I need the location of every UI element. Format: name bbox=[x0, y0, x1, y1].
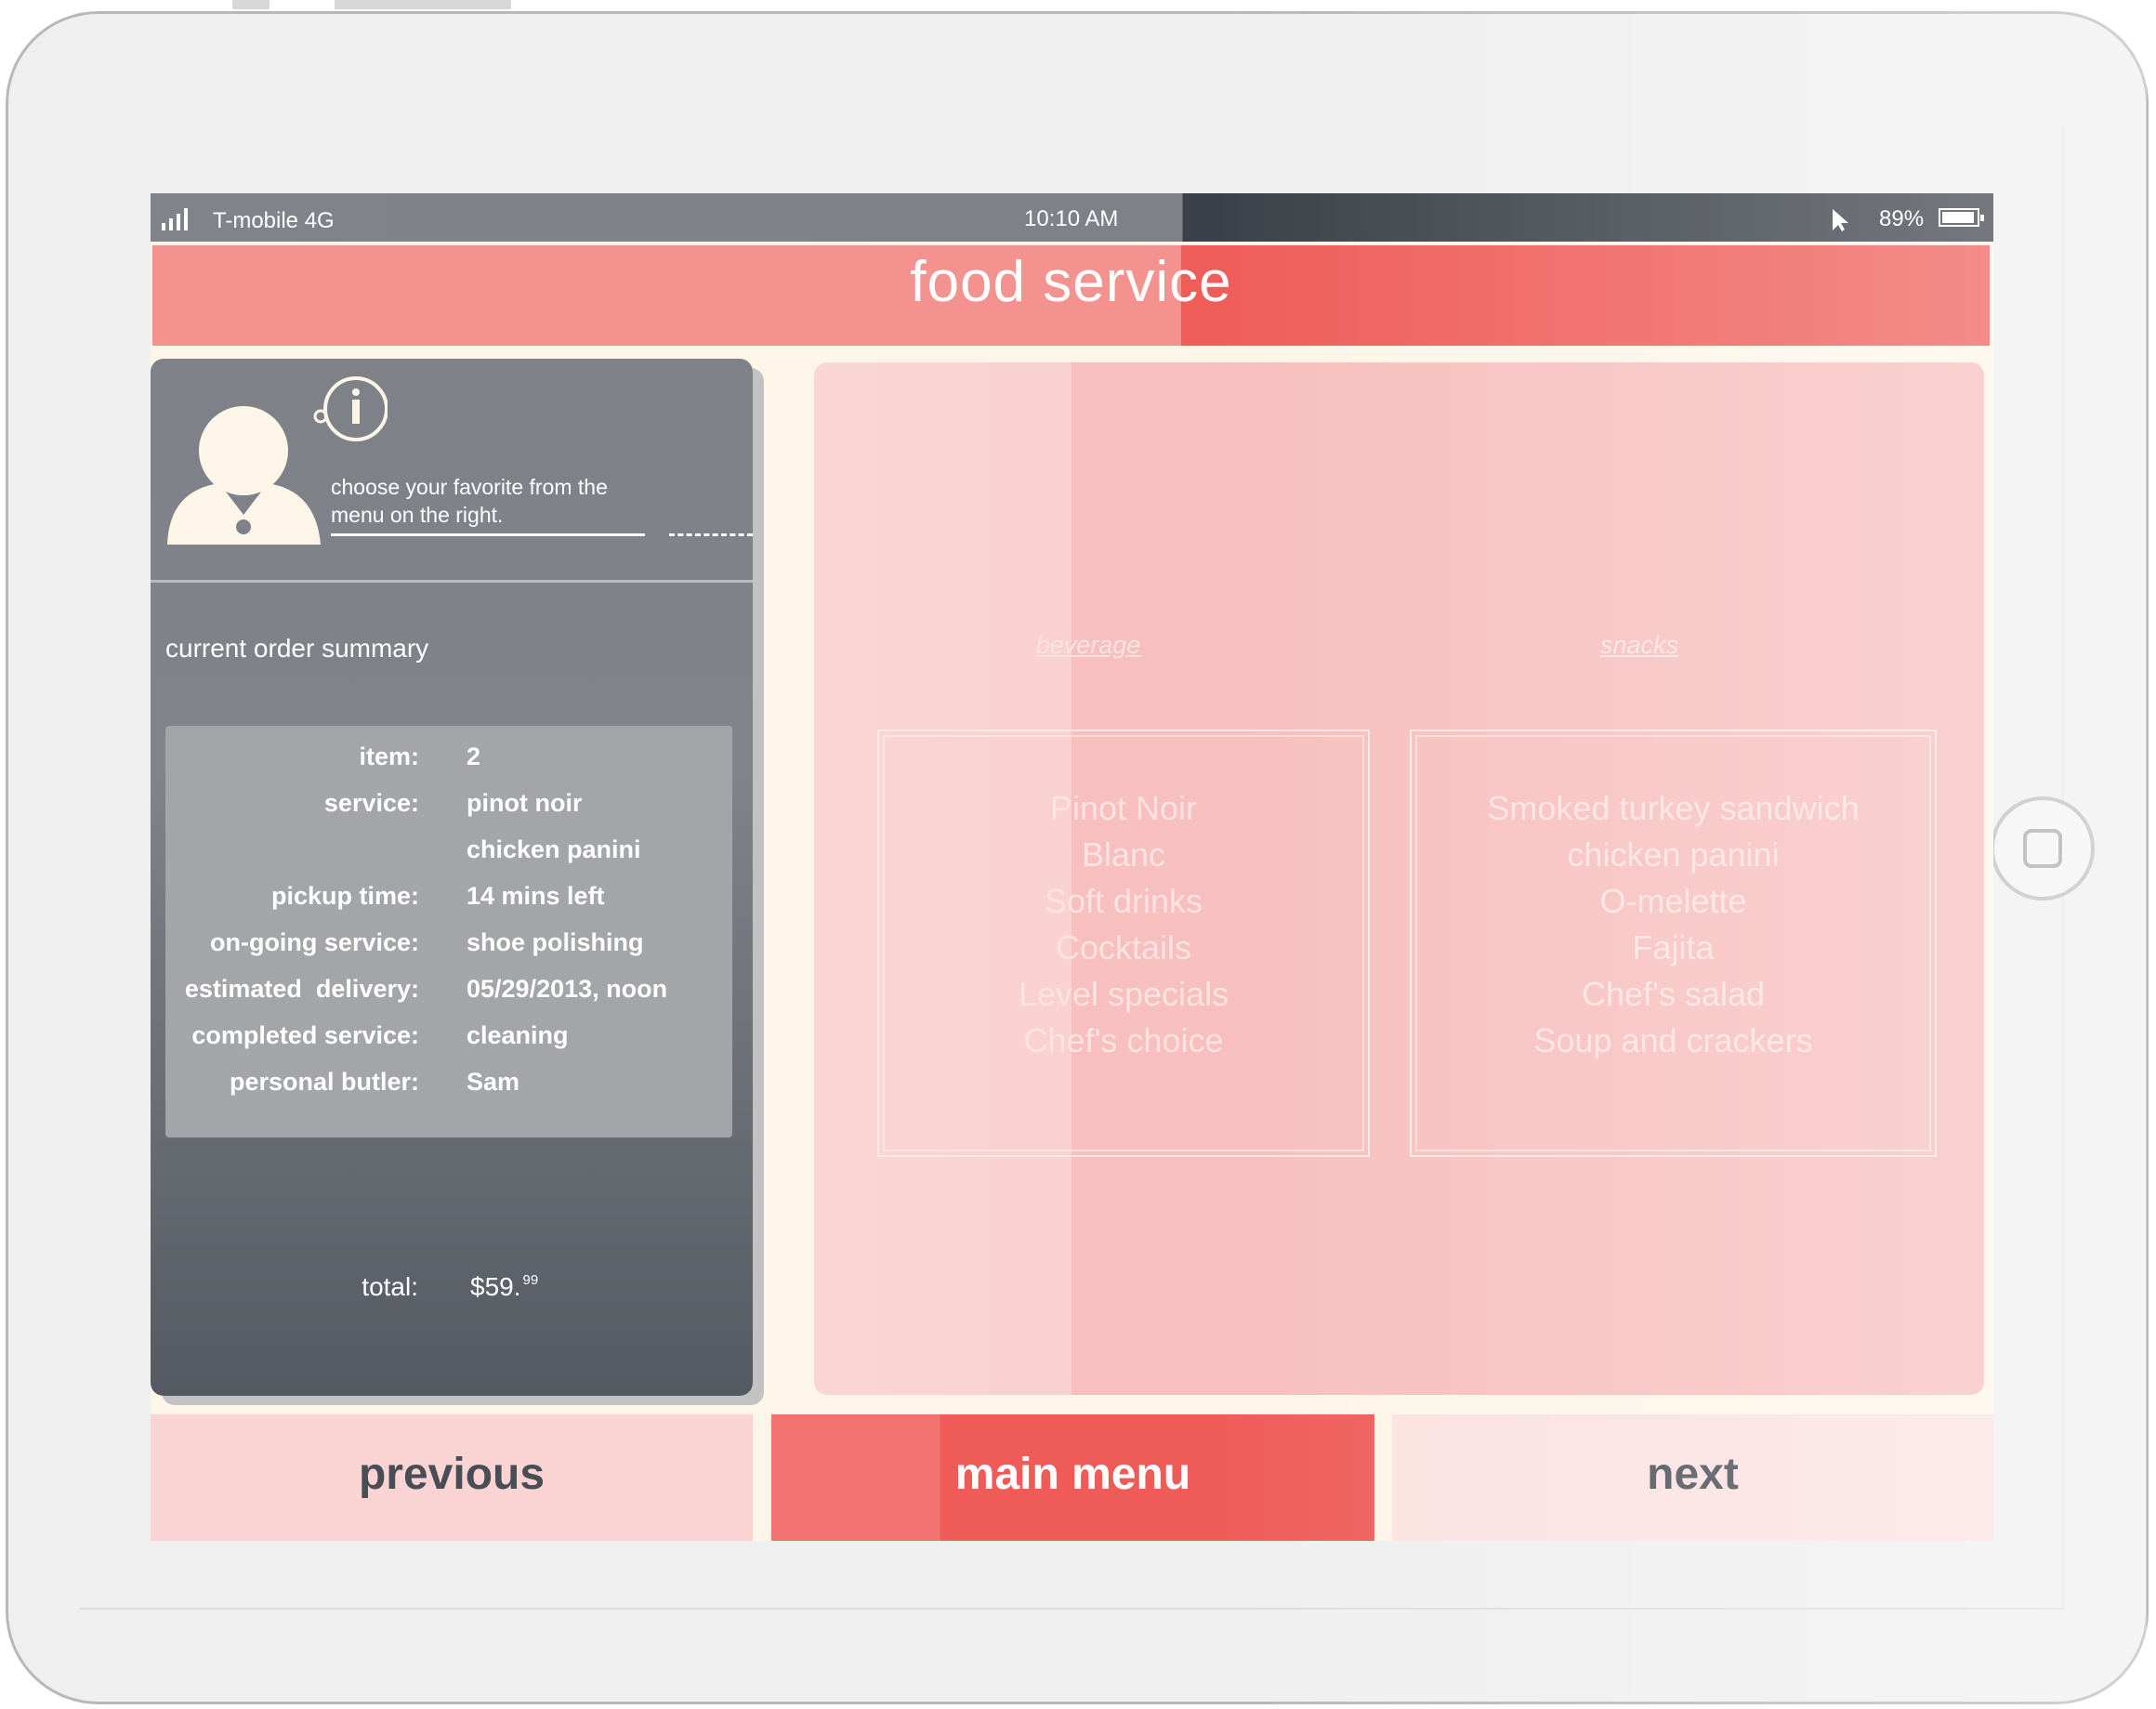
beverage-menu-box: Pinot Noir Blanc Soft drinks Cocktails L… bbox=[877, 730, 1370, 1157]
page-header: food service bbox=[152, 245, 1990, 346]
snacks-menu-box: Smoked turkey sandwich chicken panini O-… bbox=[1410, 730, 1937, 1157]
avatar-icon bbox=[167, 406, 321, 545]
signal-icon bbox=[162, 208, 199, 230]
order-key: completed service: bbox=[191, 1021, 419, 1049]
menu-item[interactable]: Level specials bbox=[879, 971, 1368, 1018]
order-row: item: 2 bbox=[165, 743, 732, 780]
next-button[interactable]: next bbox=[1392, 1414, 1993, 1541]
panel-divider bbox=[151, 580, 753, 583]
menu-panel: beverage snacks Pinot Noir Blanc Soft dr… bbox=[814, 362, 1984, 1395]
status-bar: T-mobile 4G 10:10 AM 89% bbox=[151, 193, 1993, 242]
summary-heading: current order summary bbox=[165, 634, 429, 663]
assistant-prompt: choose your favorite from the menu on th… bbox=[331, 475, 608, 527]
cursor-icon bbox=[1833, 209, 1848, 231]
order-panel: choose your favorite from the menu on th… bbox=[151, 359, 753, 1396]
info-icon[interactable] bbox=[313, 368, 388, 442]
order-value: 05/29/2013, noon bbox=[467, 975, 668, 1003]
total-label: total: bbox=[362, 1272, 418, 1301]
beverage-list: Pinot Noir Blanc Soft drinks Cocktails L… bbox=[879, 785, 1368, 1064]
clock: 10:10 AM bbox=[1024, 206, 1119, 231]
order-key: service: bbox=[323, 789, 419, 817]
order-value: shoe polishing bbox=[467, 928, 644, 956]
order-row: completed service: cleaning bbox=[165, 1021, 732, 1058]
home-button[interactable] bbox=[1991, 796, 2095, 901]
prompt-underline bbox=[331, 533, 645, 536]
order-value: 2 bbox=[467, 743, 481, 770]
main-menu-button[interactable]: main menu bbox=[771, 1414, 1374, 1541]
order-summary-box: item: 2 service: pinot noir chicken pani… bbox=[165, 726, 732, 1137]
bezel-edge bbox=[79, 1608, 2063, 1610]
menu-item[interactable]: O-melette bbox=[1412, 878, 1935, 925]
order-key: item: bbox=[359, 743, 419, 770]
menu-item[interactable]: Blanc bbox=[879, 832, 1368, 878]
order-row: on-going service: shoe polishing bbox=[165, 928, 732, 966]
order-row: estimated delivery: 05/29/2013, noon bbox=[165, 975, 732, 1012]
beverage-category-link[interactable]: beverage bbox=[995, 631, 1181, 660]
menu-item[interactable]: chicken panini bbox=[1412, 832, 1935, 878]
menu-item[interactable]: Pinot Noir bbox=[879, 785, 1368, 832]
order-value: 14 mins left bbox=[467, 882, 605, 910]
prompt-dash bbox=[669, 533, 753, 536]
page-title: food service bbox=[910, 250, 1232, 314]
battery-icon bbox=[1939, 208, 1984, 227]
order-value: cleaning bbox=[467, 1021, 569, 1049]
order-key: on-going service: bbox=[209, 928, 419, 956]
tablet-power-button bbox=[335, 0, 511, 9]
menu-item[interactable]: Chef's salad bbox=[1412, 971, 1935, 1018]
order-row: pickup time: 14 mins left bbox=[165, 882, 732, 919]
menu-item[interactable]: Cocktails bbox=[879, 925, 1368, 971]
order-key: pickup time: bbox=[270, 882, 419, 910]
order-value: pinot noir bbox=[467, 789, 583, 817]
snacks-category-link[interactable]: snacks bbox=[1546, 631, 1732, 660]
previous-button[interactable]: previous bbox=[151, 1414, 753, 1541]
order-key: personal butler: bbox=[229, 1068, 419, 1096]
home-square-icon bbox=[2023, 829, 2062, 868]
order-value: chicken panini bbox=[467, 835, 641, 863]
menu-item[interactable]: Smoked turkey sandwich bbox=[1412, 785, 1935, 832]
total-cents: 99 bbox=[522, 1272, 539, 1288]
menu-item[interactable]: Soup and crackers bbox=[1412, 1018, 1935, 1064]
menu-item[interactable]: Chef's choice bbox=[879, 1018, 1368, 1064]
menu-item[interactable]: Fajita bbox=[1412, 925, 1935, 971]
battery-percent: 89% bbox=[1879, 206, 1925, 231]
order-row: service: pinot noir bbox=[165, 789, 732, 826]
carrier-label: T-mobile 4G bbox=[213, 208, 335, 233]
menu-item[interactable]: Soft drinks bbox=[879, 878, 1368, 925]
screen: T-mobile 4G 10:10 AM 89% food service ch… bbox=[151, 193, 1993, 1541]
order-key: estimated delivery: bbox=[184, 975, 419, 1003]
order-row: chicken panini bbox=[165, 835, 732, 873]
order-value: Sam bbox=[467, 1068, 520, 1096]
order-row: personal butler: Sam bbox=[165, 1068, 732, 1105]
snacks-list: Smoked turkey sandwich chicken panini O-… bbox=[1412, 785, 1935, 1064]
total-dollars: $59. bbox=[470, 1272, 521, 1301]
tablet-volume-button bbox=[232, 0, 270, 9]
total-value: $59. 99 bbox=[470, 1272, 538, 1302]
